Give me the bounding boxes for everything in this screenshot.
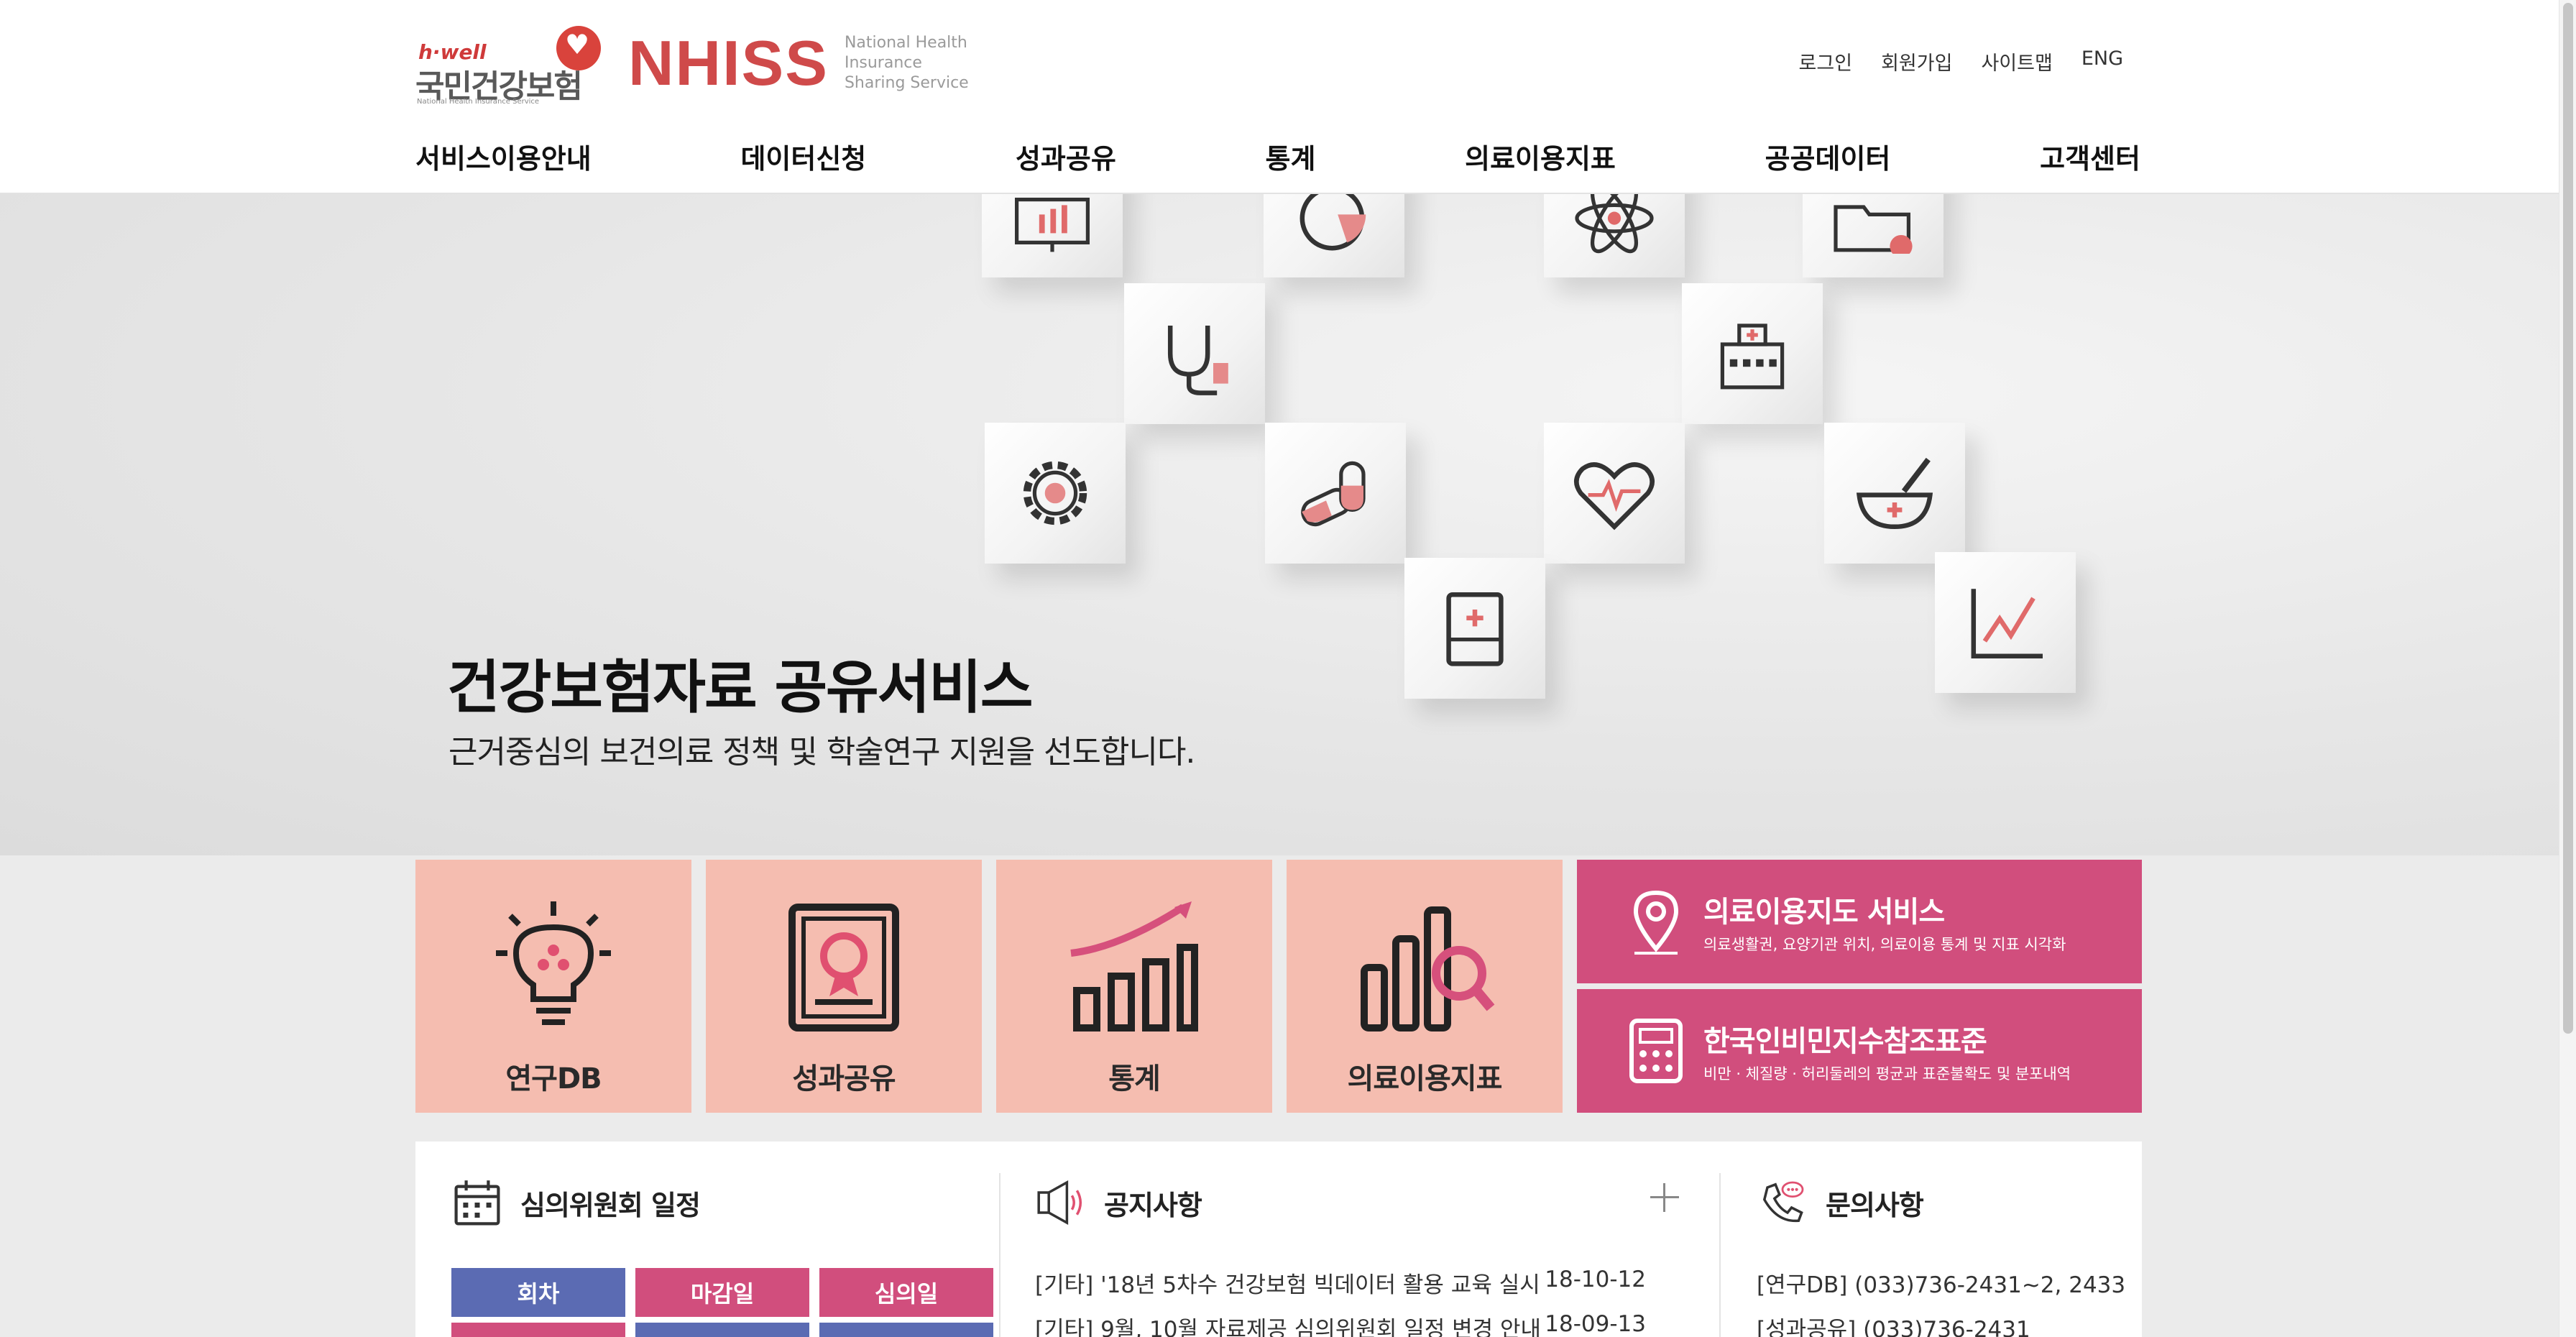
notice-title: 공지사항 — [1104, 1189, 1202, 1221]
nhiss-logo[interactable]: NHISS — [628, 27, 829, 100]
logo-area[interactable]: h·well 국민건강보험 National Health Insurance … — [415, 26, 1031, 106]
obesity-index-desc: 비만 · 체질량 · 허리둘레의 평균과 표준불확도 및 분포내역 — [1703, 1065, 2071, 1083]
column-divider — [999, 1173, 1000, 1337]
schedule-row-cell — [819, 1323, 993, 1337]
tile-label: 연구DB — [505, 1062, 602, 1095]
hero-subtitle: 근거중심의 보건의료 정책 및 학술연구 지원을 선도합니다. — [448, 734, 1195, 771]
nav-item-medical-indicators[interactable]: 의료이용지표 — [1465, 137, 1616, 176]
notice-item[interactable]: [기타] '18년 5차수 건강보험 빅데이터 활용 교육 실시 18-10-1… — [1035, 1267, 1646, 1299]
cube-line-chart — [1935, 552, 2076, 693]
cube-atom — [1544, 194, 1685, 277]
main-nav: 서비스이용안내 데이터신청 성과공유 통계 의료이용지표 공공데이터 고객센터 — [415, 137, 2140, 176]
cube-heart — [1544, 423, 1685, 564]
signup-link[interactable]: 회원가입 — [1881, 47, 1952, 75]
heart-pulse-icon — [1574, 462, 1655, 530]
hero-title: 건강보험자료 공유서비스 — [447, 654, 1033, 721]
calendar-icon — [454, 1180, 500, 1226]
tile-medical-map[interactable]: 의료이용지도 서비스 의료생활권, 요양기관 위치, 의료이용 통계 및 지표 … — [1577, 860, 2142, 983]
mortar-pestle-icon — [1856, 457, 1933, 530]
committee-header: 심의위원회 일정 — [450, 1177, 701, 1228]
schedule-header-round: 회차 — [451, 1268, 625, 1317]
calculator-icon — [1629, 1019, 1683, 1083]
inquiry-item: [성과공유] (033)736-2431 — [1757, 1317, 2030, 1337]
cube-folder — [1803, 194, 1944, 277]
pill-capsule-icon — [1301, 461, 1366, 527]
stethoscope-icon — [1167, 326, 1228, 395]
login-link[interactable]: 로그인 — [1799, 47, 1853, 75]
medical-map-title: 의료이용지도 서비스 — [1703, 896, 1945, 929]
utility-links: 로그인 회원가입 사이트맵 ENG — [1799, 47, 2123, 75]
tile-label: 통계 — [1108, 1062, 1161, 1095]
medical-map-desc: 의료생활권, 요양기관 위치, 의료이용 통계 및 지표 시각화 — [1703, 936, 2066, 953]
pie-chart-icon — [1300, 194, 1366, 251]
cube-pie-chart — [1264, 194, 1404, 277]
nav-item-data-request[interactable]: 데이터신청 — [740, 137, 866, 176]
medical-box-icon — [1446, 592, 1504, 666]
tile-research-db[interactable]: 연구DB — [415, 860, 691, 1113]
cube-medical-box — [1404, 558, 1545, 699]
certificate-icon — [788, 904, 899, 1032]
hwell-subtitle: National Health Insurance Service — [417, 98, 540, 106]
nav-item-service-guide[interactable]: 서비스이용안내 — [415, 137, 592, 176]
page-scrollbar[interactable] — [2559, 0, 2576, 1337]
map-pin-icon — [1633, 890, 1679, 955]
atom-icon — [1575, 194, 1654, 254]
nhiss-subtitle-line1: National Health Insurance — [844, 34, 967, 72]
cube-hospital — [1682, 283, 1823, 424]
notice-item-text: [기타] '18년 5차수 건강보험 빅데이터 활용 교육 실시 — [1035, 1272, 1540, 1298]
schedule-header-review-date: 심의일 — [819, 1268, 993, 1317]
hwell-logo[interactable]: h·well 국민건강보험 National Health Insurance … — [415, 26, 602, 106]
nhiss-subtitle: National Health Insurance Sharing Servic… — [845, 33, 1031, 93]
phone-chat-icon — [1762, 1181, 1804, 1223]
cube-mortar — [1824, 423, 1965, 564]
schedule-row-cell — [635, 1323, 809, 1337]
tile-label: 성과공유 — [792, 1062, 896, 1095]
notice-item-date: 18-10-12 — [1545, 1267, 1646, 1292]
line-chart-icon — [1971, 589, 2043, 659]
tile-obesity-index[interactable]: 한국인비민지수참조표준 비만 · 체질량 · 허리둘레의 평균과 표준불확도 및… — [1577, 989, 2142, 1113]
notice-more-button[interactable] — [1644, 1177, 1685, 1218]
notice-item[interactable]: [기타] 9월, 10월 자료제공 심의위원회 일정 변경 안내 18-09-1… — [1035, 1311, 1646, 1337]
tile-medical-indicators[interactable]: 의료이용지표 — [1287, 860, 1563, 1113]
tile-results-sharing[interactable]: 성과공유 — [706, 860, 982, 1113]
hospital-icon — [1720, 323, 1785, 390]
cube-pills — [1265, 423, 1406, 564]
committee-title: 심의위원회 일정 — [520, 1189, 701, 1221]
inquiry-title: 문의사항 — [1826, 1189, 1924, 1221]
gear-icon — [1023, 461, 1087, 525]
bar-search-icon — [1361, 906, 1495, 1032]
schedule-header-deadline: 마감일 — [635, 1268, 809, 1317]
tile-statistics[interactable]: 통계 — [996, 860, 1272, 1113]
cube-stethoscope — [1124, 283, 1265, 424]
lightbulb-icon — [496, 901, 611, 1025]
inquiry-header: 문의사항 — [1755, 1177, 1924, 1228]
scrollbar-thumb[interactable] — [2563, 3, 2573, 1034]
notice-item-date: 18-09-13 — [1545, 1311, 1646, 1337]
notice-header: 공지사항 — [1034, 1177, 1202, 1228]
cube-gear — [985, 423, 1126, 564]
megaphone-icon — [1037, 1180, 1082, 1225]
growth-chart-icon — [1070, 901, 1198, 1032]
presentation-board-icon — [1015, 198, 1090, 252]
nhiss-subtitle-line2: Sharing Service — [844, 74, 969, 92]
column-divider — [1719, 1173, 1721, 1337]
inquiry-item: [연구DB] (033)736-2431~2, 2433 — [1757, 1272, 2126, 1298]
site-header: h·well 국민건강보험 National Health Insurance … — [0, 0, 2559, 194]
nav-item-public-data[interactable]: 공공데이터 — [1765, 137, 1891, 176]
english-link[interactable]: ENG — [2082, 47, 2123, 75]
info-panel: 심의위원회 일정 회차 마감일 심의일 공지사항 [기타] '18년 5차수 건… — [415, 1141, 2142, 1337]
obesity-index-title: 한국인비민지수참조표준 — [1703, 1025, 1987, 1058]
tile-label: 의료이용지표 — [1347, 1062, 1503, 1095]
folder-check-icon — [1834, 205, 1913, 254]
nav-item-customer-center[interactable]: 고객센터 — [2040, 137, 2140, 176]
schedule-row-cell — [451, 1323, 625, 1337]
nav-item-statistics[interactable]: 통계 — [1266, 137, 1316, 176]
cube-presentation — [982, 194, 1123, 277]
nav-item-results-sharing[interactable]: 성과공유 — [1016, 137, 1116, 176]
notice-item-text: [기타] 9월, 10월 자료제공 심의위원회 일정 변경 안내 — [1035, 1317, 1542, 1337]
sitemap-link[interactable]: 사이트맵 — [1981, 47, 2052, 75]
hero-banner: 건강보험자료 공유서비스 근거중심의 보건의료 정책 및 학술연구 지원을 선도… — [0, 194, 2559, 855]
